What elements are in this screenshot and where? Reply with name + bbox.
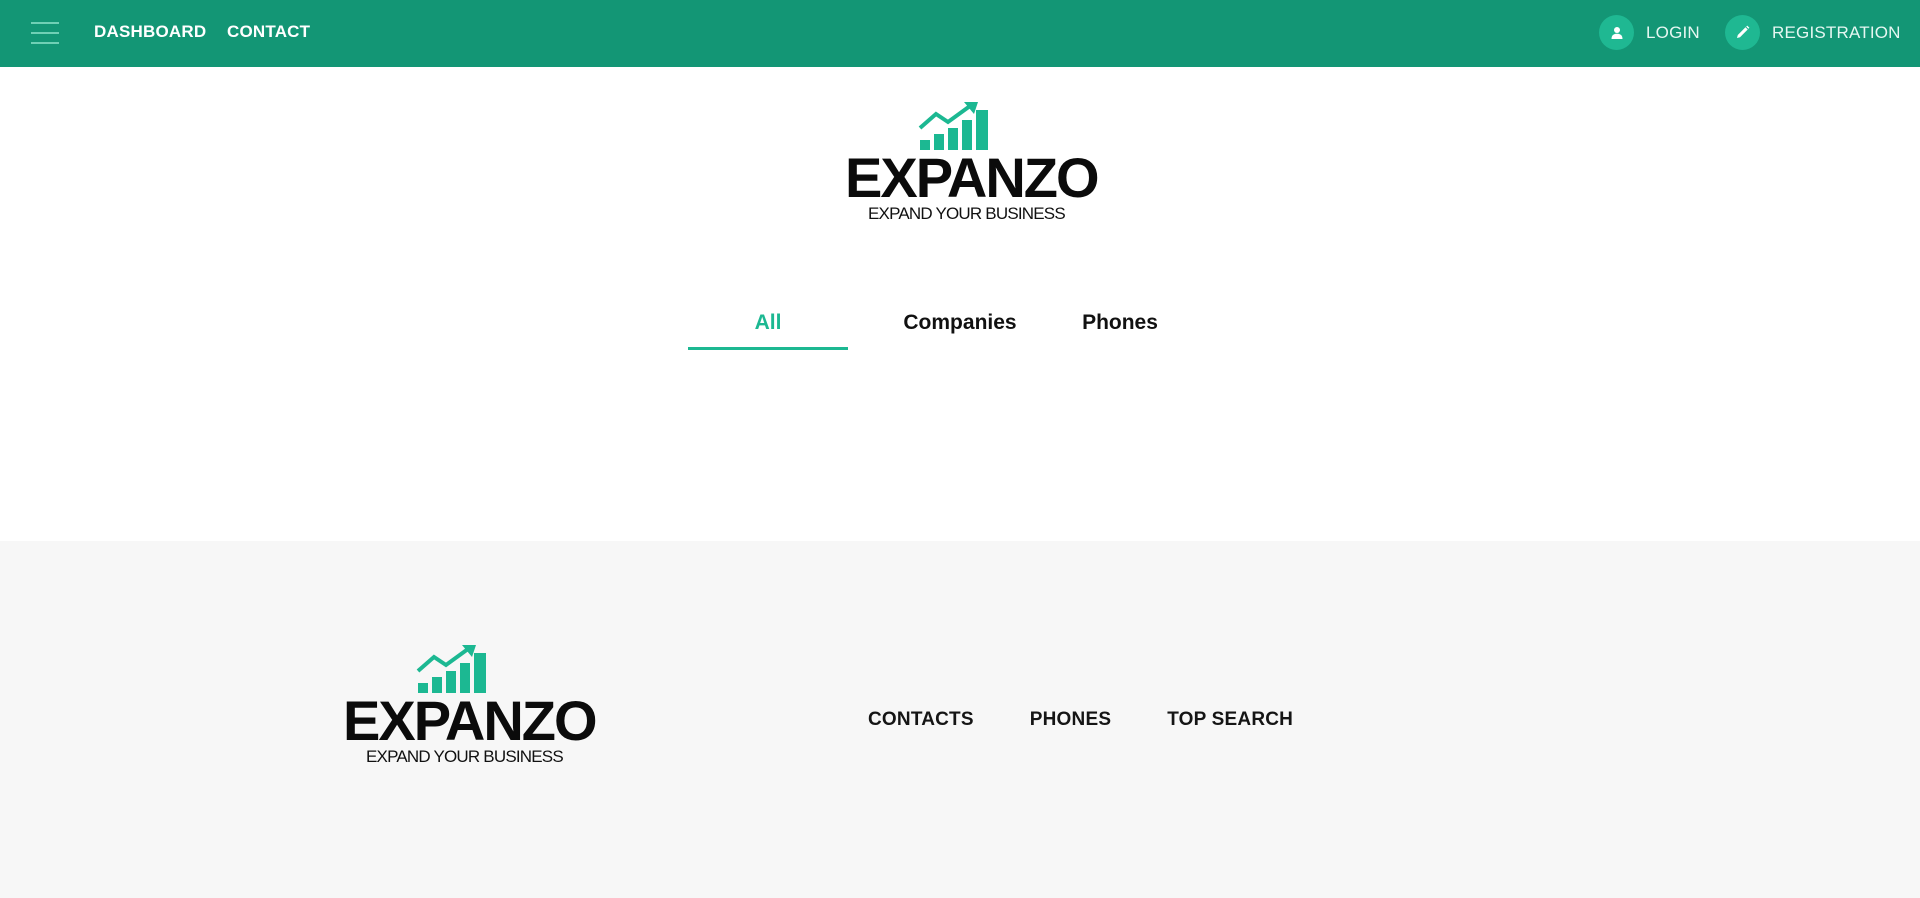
registration-button[interactable]: REGISTRATION <box>1725 15 1901 50</box>
logo-wordmark: EXPANZO <box>845 146 1100 209</box>
tab-all[interactable]: All <box>688 308 848 350</box>
search-tabs: All Companies Phones <box>688 308 1200 350</box>
login-button[interactable]: LOGIN <box>1599 15 1700 50</box>
footer-link-contacts[interactable]: CONTACTS <box>868 709 974 731</box>
footer-logo[interactable]: EXPANZO EXPAND YOUR BUSINESS <box>343 643 598 773</box>
nav-dashboard-link[interactable]: DASHBOARD <box>94 22 206 42</box>
top-navbar: DASHBOARD CONTACT LOGIN REGISTRATION <box>0 0 1920 67</box>
footer-link-phones[interactable]: PHONES <box>1030 709 1111 731</box>
hamburger-menu-icon[interactable] <box>31 20 59 46</box>
footer-logo-tagline: EXPAND YOUR BUSINESS <box>366 747 564 766</box>
growth-chart-icon <box>918 102 988 150</box>
user-icon <box>1599 15 1634 50</box>
growth-chart-icon <box>416 645 486 693</box>
nav-contact-link[interactable]: CONTACT <box>227 22 310 42</box>
registration-label: REGISTRATION <box>1772 22 1901 42</box>
footer-link-top-search[interactable]: TOP SEARCH <box>1167 709 1293 731</box>
footer-logo-wordmark: EXPANZO <box>343 689 598 752</box>
site-logo[interactable]: EXPANZO EXPAND YOUR BUSINESS <box>845 100 1100 230</box>
footer-links: CONTACTS PHONES TOP SEARCH <box>868 709 1349 731</box>
tab-phones[interactable]: Phones <box>1040 308 1200 350</box>
login-label: LOGIN <box>1646 22 1700 42</box>
logo-tagline: EXPAND YOUR BUSINESS <box>868 204 1066 223</box>
tab-companies[interactable]: Companies <box>848 308 1072 350</box>
pencil-icon <box>1725 15 1760 50</box>
